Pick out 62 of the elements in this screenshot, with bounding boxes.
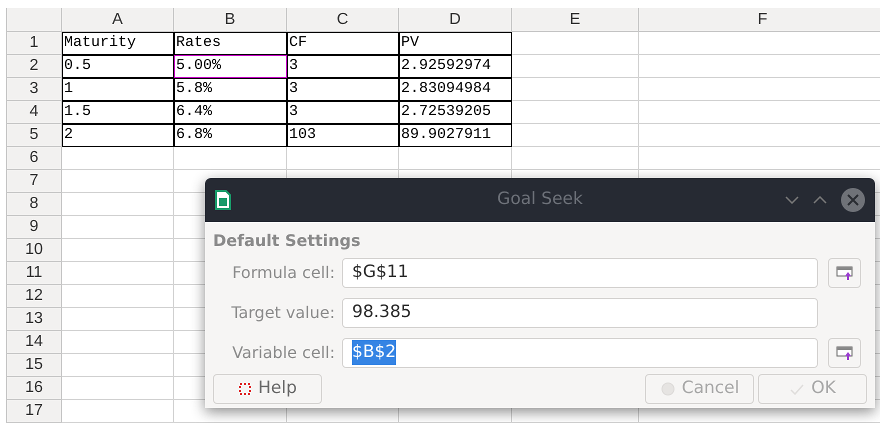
column-header[interactable]: B	[174, 8, 287, 32]
row-header[interactable]: 13	[7, 308, 62, 331]
table-cell: 5.8%	[174, 78, 287, 101]
window-title: Goal Seek	[497, 188, 583, 212]
shrink-button[interactable]	[828, 258, 861, 288]
row-header[interactable]: 5	[7, 124, 62, 147]
table-cell: PV	[399, 32, 512, 55]
row-header[interactable]: 14	[7, 331, 62, 354]
collapse-icon	[836, 264, 854, 280]
column-header[interactable]: E	[512, 8, 639, 32]
table-cell: Maturity	[62, 32, 174, 55]
row-header[interactable]: 15	[7, 354, 62, 377]
table-cell: 6.8%	[174, 124, 287, 147]
row-header[interactable]: 1	[7, 32, 62, 55]
help-button[interactable]: Help	[213, 374, 322, 404]
spreadsheet-app-icon	[215, 190, 231, 210]
close-icon[interactable]	[841, 188, 865, 212]
input-field[interactable]: $B$2	[342, 338, 818, 368]
shrink-button[interactable]	[828, 338, 861, 368]
column-header[interactable]: D	[399, 8, 512, 32]
help-icon	[238, 382, 252, 396]
table-cell: 2	[62, 124, 174, 147]
table-cell: 2.72539205	[399, 101, 512, 124]
collapse-icon	[836, 344, 854, 360]
table-cell: 89.9027911	[399, 124, 512, 147]
column-header[interactable]: F	[639, 8, 880, 32]
maximize-icon[interactable]	[813, 196, 827, 204]
cancel-icon	[660, 381, 676, 397]
field-label: Variable cell:	[231, 342, 336, 364]
section-heading: Default Settings	[213, 231, 362, 251]
table-cell: 3	[287, 78, 399, 101]
table-cell: 1	[62, 78, 174, 101]
minimize-icon[interactable]	[785, 196, 799, 204]
input-field[interactable]: $G$11	[342, 258, 818, 288]
table-cell: 3	[287, 55, 399, 78]
column-header[interactable]: C	[287, 8, 399, 32]
table-cell: 2.92592974	[399, 55, 512, 78]
input-field[interactable]: 98.385	[342, 298, 818, 328]
table-cell: CF	[287, 32, 399, 55]
row-header[interactable]: 4	[7, 101, 62, 124]
row-header[interactable]: 17	[7, 400, 62, 423]
table-cell: 103	[287, 124, 399, 147]
table-cell: 2.83094984	[399, 78, 512, 101]
row-header[interactable]: 12	[7, 285, 62, 308]
row-header[interactable]: 7	[7, 170, 62, 193]
row-header[interactable]: 16	[7, 377, 62, 400]
row-header[interactable]: 9	[7, 216, 62, 239]
table-cell: 1.5	[62, 101, 174, 124]
table-cell: 0.5	[62, 55, 174, 78]
table-cell: 6.4%	[174, 101, 287, 124]
row-header[interactable]: 11	[7, 262, 62, 285]
row-header[interactable]: 10	[7, 239, 62, 262]
table-cell: 3	[287, 101, 399, 124]
row-header[interactable]: 2	[7, 55, 62, 78]
row-header[interactable]: 3	[7, 78, 62, 101]
table-cell: 5.00%	[174, 55, 287, 78]
field-label: Target value:	[230, 302, 336, 324]
row-header[interactable]: 8	[7, 193, 62, 216]
field-label: Formula cell:	[231, 262, 336, 284]
table-cell: Rates	[174, 32, 287, 55]
column-header[interactable]: A	[62, 8, 174, 32]
row-header[interactable]: 6	[7, 147, 62, 170]
